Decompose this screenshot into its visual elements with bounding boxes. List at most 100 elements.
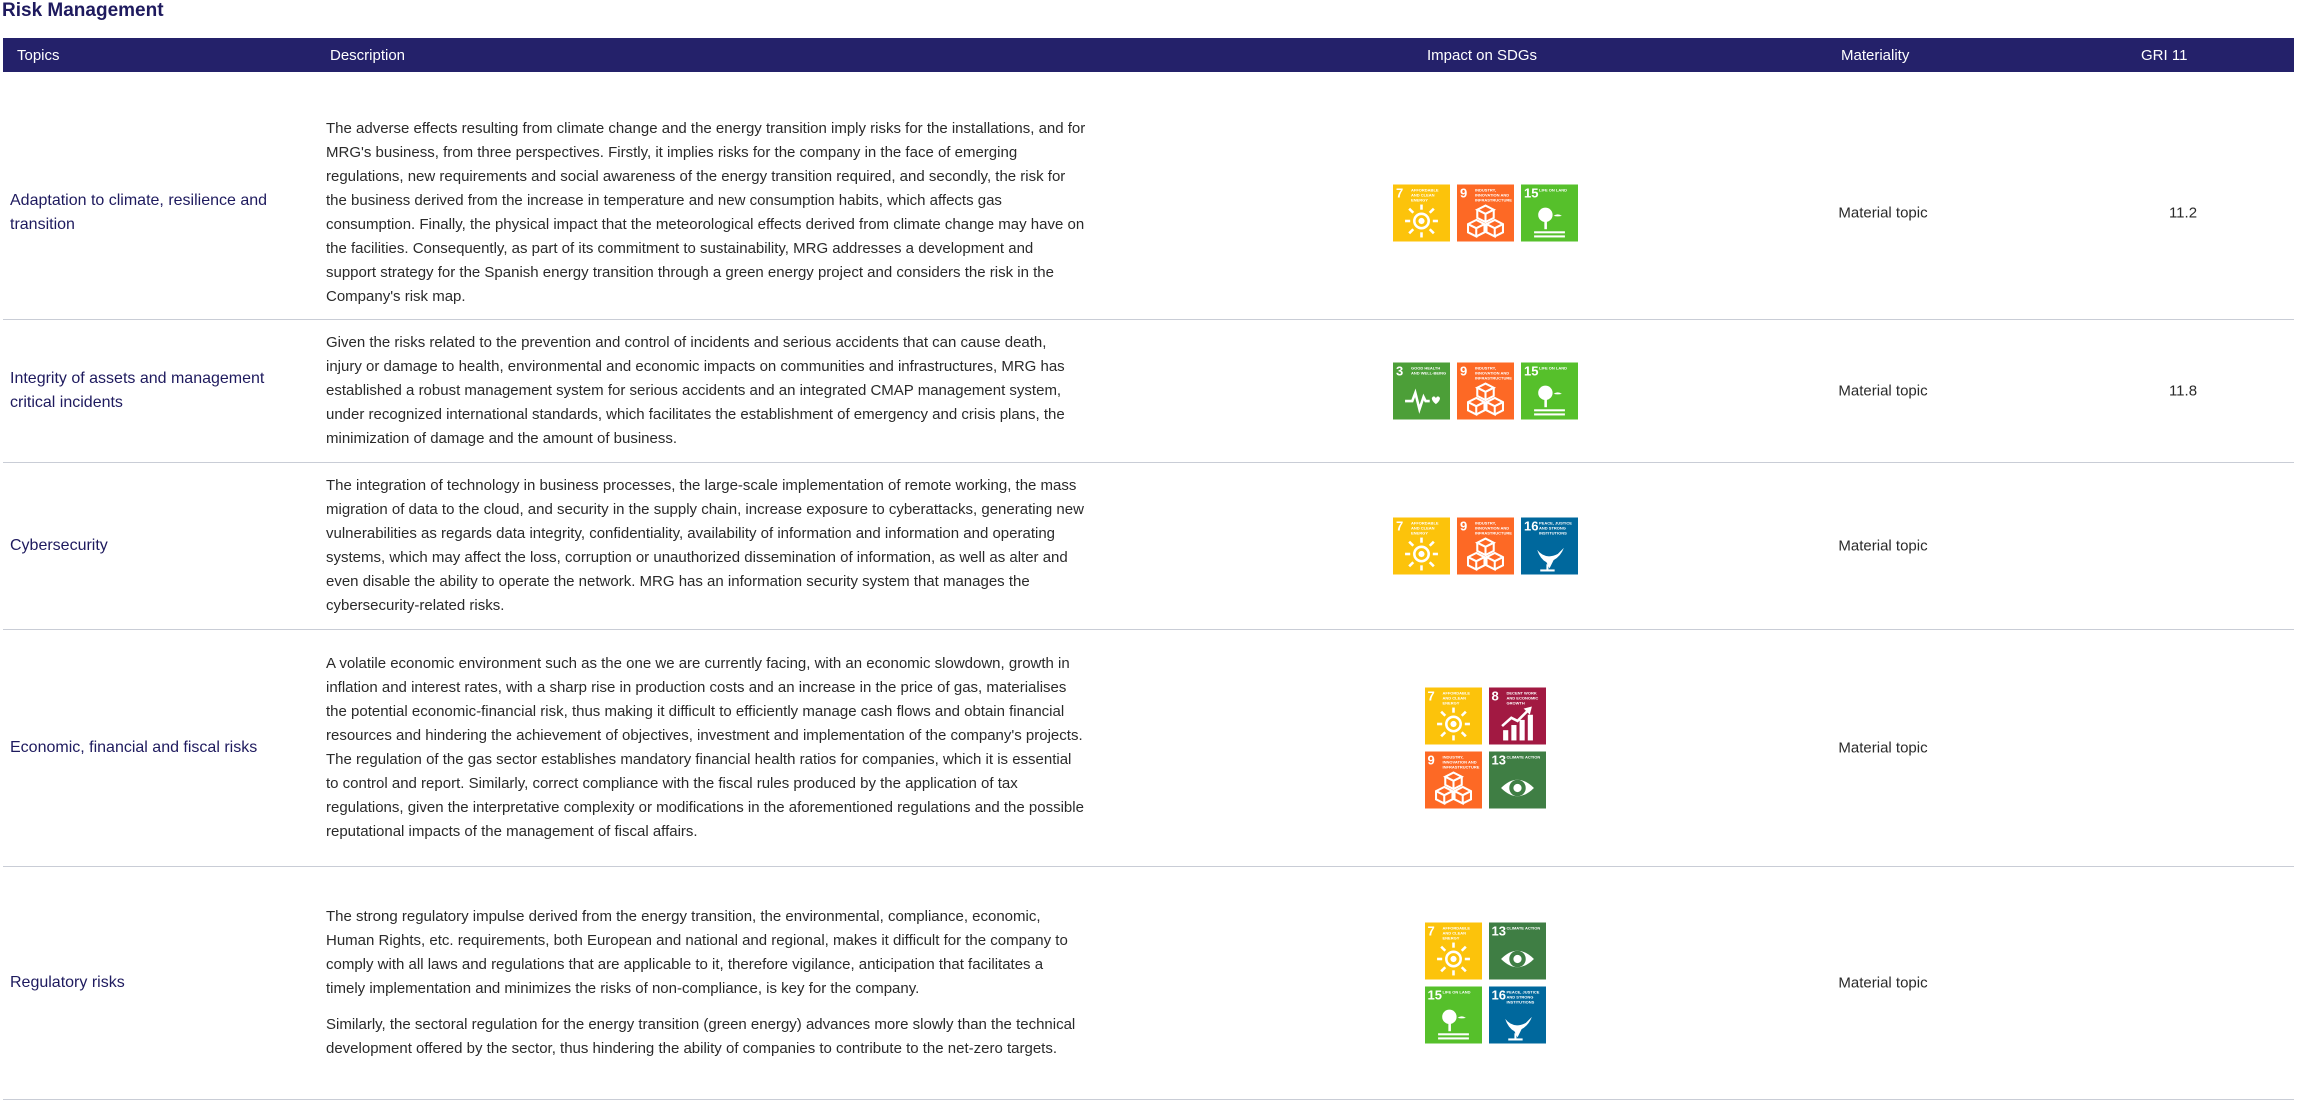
sdg-7-tile: 7 AFFORDABLE AND CLEAN ENERGY <box>1393 517 1450 575</box>
sdg-number: 7 <box>1396 518 1404 534</box>
row-description: The integration of technology in busines… <box>326 474 1086 618</box>
row-description: The adverse effects resulting from clima… <box>326 117 1086 309</box>
sdg-13-tile: 13 CLIMATE ACTION <box>1488 922 1546 980</box>
sdg-label: INDUSTRY, INNOVATION AND INFRASTRUCTURE <box>1475 365 1512 381</box>
growth-chart-icon <box>1500 706 1533 741</box>
tree-bird-icon <box>1534 207 1565 238</box>
cubes-icon <box>1467 204 1504 239</box>
sdg-number: 13 <box>1491 752 1506 768</box>
row-topic: Regulatory risks <box>10 974 125 991</box>
row-sdg-icons: 7 AFFORDABLE AND CLEAN ENERGY 9 INDUSTRY, I… <box>1388 517 1583 575</box>
sdg-number: 15 <box>1427 987 1442 1003</box>
sdg-number: 15 <box>1524 185 1539 201</box>
sdg-label: INDUSTRY, INNOVATION AND INFRASTRUCTURE <box>1475 187 1512 203</box>
sdg-13-tile: 13 CLIMATE ACTION <box>1488 751 1546 809</box>
sdg-16-tile: 16 PEACE, JUSTICE AND STRONG INSTITUTIONS <box>1521 517 1578 575</box>
header-topics: Topics <box>17 47 60 64</box>
row-description: Given the risks related to the preventio… <box>326 331 1086 451</box>
row-sdg-icons: 7 AFFORDABLE AND CLEAN ENERGY 13 CLIMATE AC… <box>1421 922 1549 1044</box>
sdg-label: AFFORDABLE AND CLEAN ENERGY <box>1411 187 1439 203</box>
table-row: Regulatory risks The strong regulatory im… <box>3 867 2294 1100</box>
row-materiality: Material topic <box>1838 974 1928 992</box>
description-paragraph: Similarly, the sectoral regulation for t… <box>326 1016 1076 1057</box>
table-row: Integrity of assets and management criti… <box>3 320 2294 463</box>
sdg-9-tile: 9 INDUSTRY, INNOVATION AND INFRASTRUCTURE <box>1457 362 1514 420</box>
row-topic: Integrity of assets and management criti… <box>10 370 265 411</box>
tree-bird-icon <box>1534 385 1565 416</box>
sdg-label: INDUSTRY, INNOVATION AND INFRASTRUCTURE <box>1442 754 1480 770</box>
description-paragraph: A volatile economic environment such as … <box>326 655 1084 840</box>
sdg-number: 7 <box>1427 688 1435 704</box>
sdg-3-tile: 3 GOOD HEALTH AND WELL-BEING <box>1393 362 1450 420</box>
sdg-number: 3 <box>1396 363 1404 379</box>
description-paragraph: The adverse effects resulting from clima… <box>326 120 1086 305</box>
sdg-number: 16 <box>1524 518 1539 534</box>
eye-globe-icon <box>1500 950 1534 968</box>
row-topic: Cybersecurity <box>10 537 108 554</box>
cubes-icon <box>1467 537 1504 572</box>
cubes-icon <box>1434 771 1472 806</box>
sdg-label: CLIMATE ACTION <box>1506 925 1541 931</box>
sdg-number: 9 <box>1460 518 1468 534</box>
sdg-15-tile: 15 LIFE ON LAND <box>1521 184 1578 242</box>
dove-icon <box>1504 1016 1532 1041</box>
row-materiality: Material topic <box>1838 739 1928 757</box>
sdg-number: 9 <box>1460 363 1468 379</box>
row-gri: 11.8 <box>2168 382 2198 400</box>
eye-globe-icon <box>1500 779 1534 797</box>
sdg-7-tile: 7 AFFORDABLE AND CLEAN ENERGY <box>1424 922 1482 980</box>
table-header: Topics Description Impact on SDGs Materi… <box>3 38 2294 72</box>
header-sdgs: Impact on SDGs <box>1427 47 1538 64</box>
sdg-label: LIFE ON LAND <box>1539 187 1567 193</box>
sdg-label: LIFE ON LAND <box>1442 989 1471 995</box>
sdg-label: PEACE, JUSTICE AND STRONG INSTITUTIONS <box>1506 989 1540 1005</box>
row-topic: Economic, financial and fiscal risks <box>10 739 258 756</box>
row-materiality: Material topic <box>1838 204 1928 222</box>
description-paragraph: Given the risks related to the preventio… <box>326 334 1065 447</box>
description-paragraph: The integration of technology in busines… <box>326 477 1084 614</box>
sun-icon <box>1405 537 1438 571</box>
sun-icon <box>1436 942 1470 976</box>
sdg-number: 15 <box>1524 363 1539 379</box>
sdg-16-tile: 16 PEACE, JUSTICE AND STRONG INSTITUTIONS <box>1488 986 1546 1044</box>
sdg-7-tile: 7 AFFORDABLE AND CLEAN ENERGY <box>1393 184 1450 242</box>
sdg-label: LIFE ON LAND <box>1539 365 1567 371</box>
sdg-label: PEACE, JUSTICE AND STRONG INSTITUTIONS <box>1539 520 1572 536</box>
sdg-7-tile: 7 AFFORDABLE AND CLEAN ENERGY <box>1424 687 1482 745</box>
tree-bird-icon <box>1437 1009 1469 1040</box>
sdg-8-tile: 8 DECENT WORK AND ECONOMIC GROWTH <box>1488 687 1546 745</box>
sdg-15-tile: 15 LIFE ON LAND <box>1521 362 1578 420</box>
sdg-9-tile: 9 INDUSTRY, INNOVATION AND INFRASTRUCTURE <box>1457 517 1514 575</box>
table-row: Adaptation to climate, resilience and tr… <box>3 107 2294 320</box>
sdg-15-tile: 15 LIFE ON LAND <box>1424 986 1482 1044</box>
table-row: Economic, financial and fiscal risks A vo… <box>3 630 2294 867</box>
sdg-label: AFFORDABLE AND CLEAN ENERGY <box>1442 925 1471 941</box>
sun-icon <box>1405 204 1438 238</box>
sdg-label: DECENT WORK AND ECONOMIC GROWTH <box>1506 690 1539 706</box>
dove-icon <box>1537 547 1564 572</box>
sdg-number: 9 <box>1460 185 1468 201</box>
sdg-label: CLIMATE ACTION <box>1506 754 1541 760</box>
sdg-number: 13 <box>1491 923 1506 939</box>
row-description: The strong regulatory impulse derived fr… <box>326 905 1086 1061</box>
sdg-number: 9 <box>1427 752 1435 768</box>
row-description: A volatile economic environment such as … <box>326 652 1086 844</box>
sdg-label: AFFORDABLE AND CLEAN ENERGY <box>1442 690 1471 706</box>
sdg-number: 7 <box>1396 185 1404 201</box>
sdg-number: 16 <box>1491 987 1506 1003</box>
header-materiality: Materiality <box>1841 47 1910 64</box>
header-description: Description <box>330 47 406 64</box>
sdg-9-tile: 9 INDUSTRY, INNOVATION AND INFRASTRUCTURE <box>1457 184 1514 242</box>
row-materiality: Material topic <box>1838 537 1928 555</box>
cubes-icon <box>1467 382 1504 417</box>
sdg-label: AFFORDABLE AND CLEAN ENERGY <box>1411 520 1439 536</box>
sdg-label: GOOD HEALTH AND WELL-BEING <box>1411 365 1447 376</box>
sdg-number: 7 <box>1427 923 1435 939</box>
row-topic: Adaptation to climate, resilience and tr… <box>10 192 268 233</box>
page-title: Risk Management <box>2 0 164 21</box>
row-gri: 11.2 <box>2168 204 2198 222</box>
sdg-9-tile: 9 INDUSTRY, INNOVATION AND INFRASTRUCTURE <box>1424 751 1482 809</box>
row-sdg-icons: 3 GOOD HEALTH AND WELL-BEING 9 INDUSTRY, IN… <box>1388 362 1583 420</box>
header-gri: GRI 11 <box>2141 47 2188 64</box>
sun-icon <box>1436 707 1470 741</box>
